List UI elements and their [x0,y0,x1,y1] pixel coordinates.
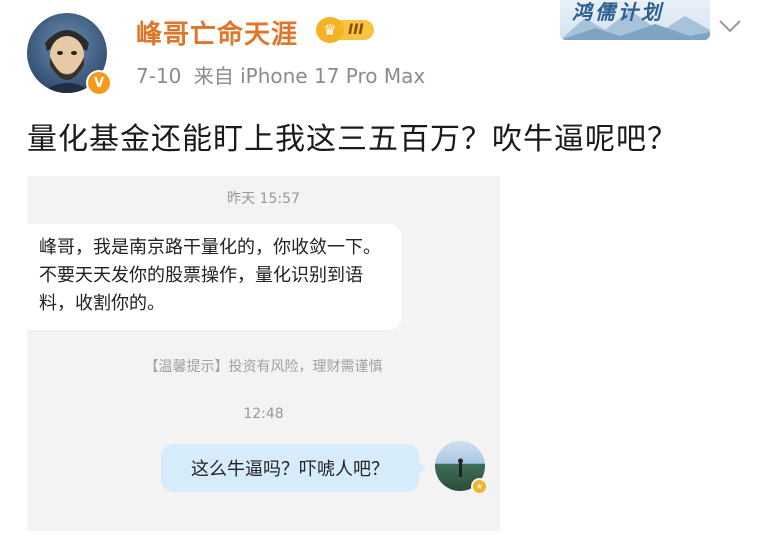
incoming-message-bubble: 峰哥，我是南京路干量化的，你收敛一下。不要天天发你的股票操作，量化识别到语料，收… [27,224,402,330]
chevron-down-icon[interactable] [718,18,742,34]
verified-badge: V [86,70,112,96]
chat-screenshot-image: 昨天 15:57 峰哥，我是南京路干量化的，你收敛一下。不要天天发你的股票操作，… [27,176,500,531]
author-name[interactable]: 峰哥亡命天涯 [136,14,298,51]
risk-notice: 【温馨提示】投资有风险，理财需谨慎 [144,359,383,375]
post-source: 来自 iPhone 17 Pro Max [193,64,426,88]
post-date: 7-10 [136,64,182,88]
banner-text: 鸿儒计划 [572,0,664,24]
post-text: 量化基金还能盯上我这三五百万？吹牛逼呢吧？ [27,122,678,157]
crown-icon: ♛ [316,17,344,43]
vip-badge[interactable]: ♛ III [316,17,374,43]
post-header: V 峰哥亡命天涯 ♛ III 7-10 来自 iPhone 17 Pro Max… [0,0,768,110]
chat-timestamp: 12:48 [243,406,284,422]
outgoing-message-bubble: 这么牛逼吗？吓唬人吧？ [161,444,426,492]
campaign-banner[interactable]: 鸿儒计划 [560,0,710,40]
chat-timestamp: 昨天 15:57 [227,191,300,207]
post-meta: 7-10 来自 iPhone 17 Pro Max [136,60,425,89]
vip-dot-icon: ★ [471,478,488,495]
outgoing-message-text: 这么牛逼吗？吓唬人吧？ [191,459,389,480]
